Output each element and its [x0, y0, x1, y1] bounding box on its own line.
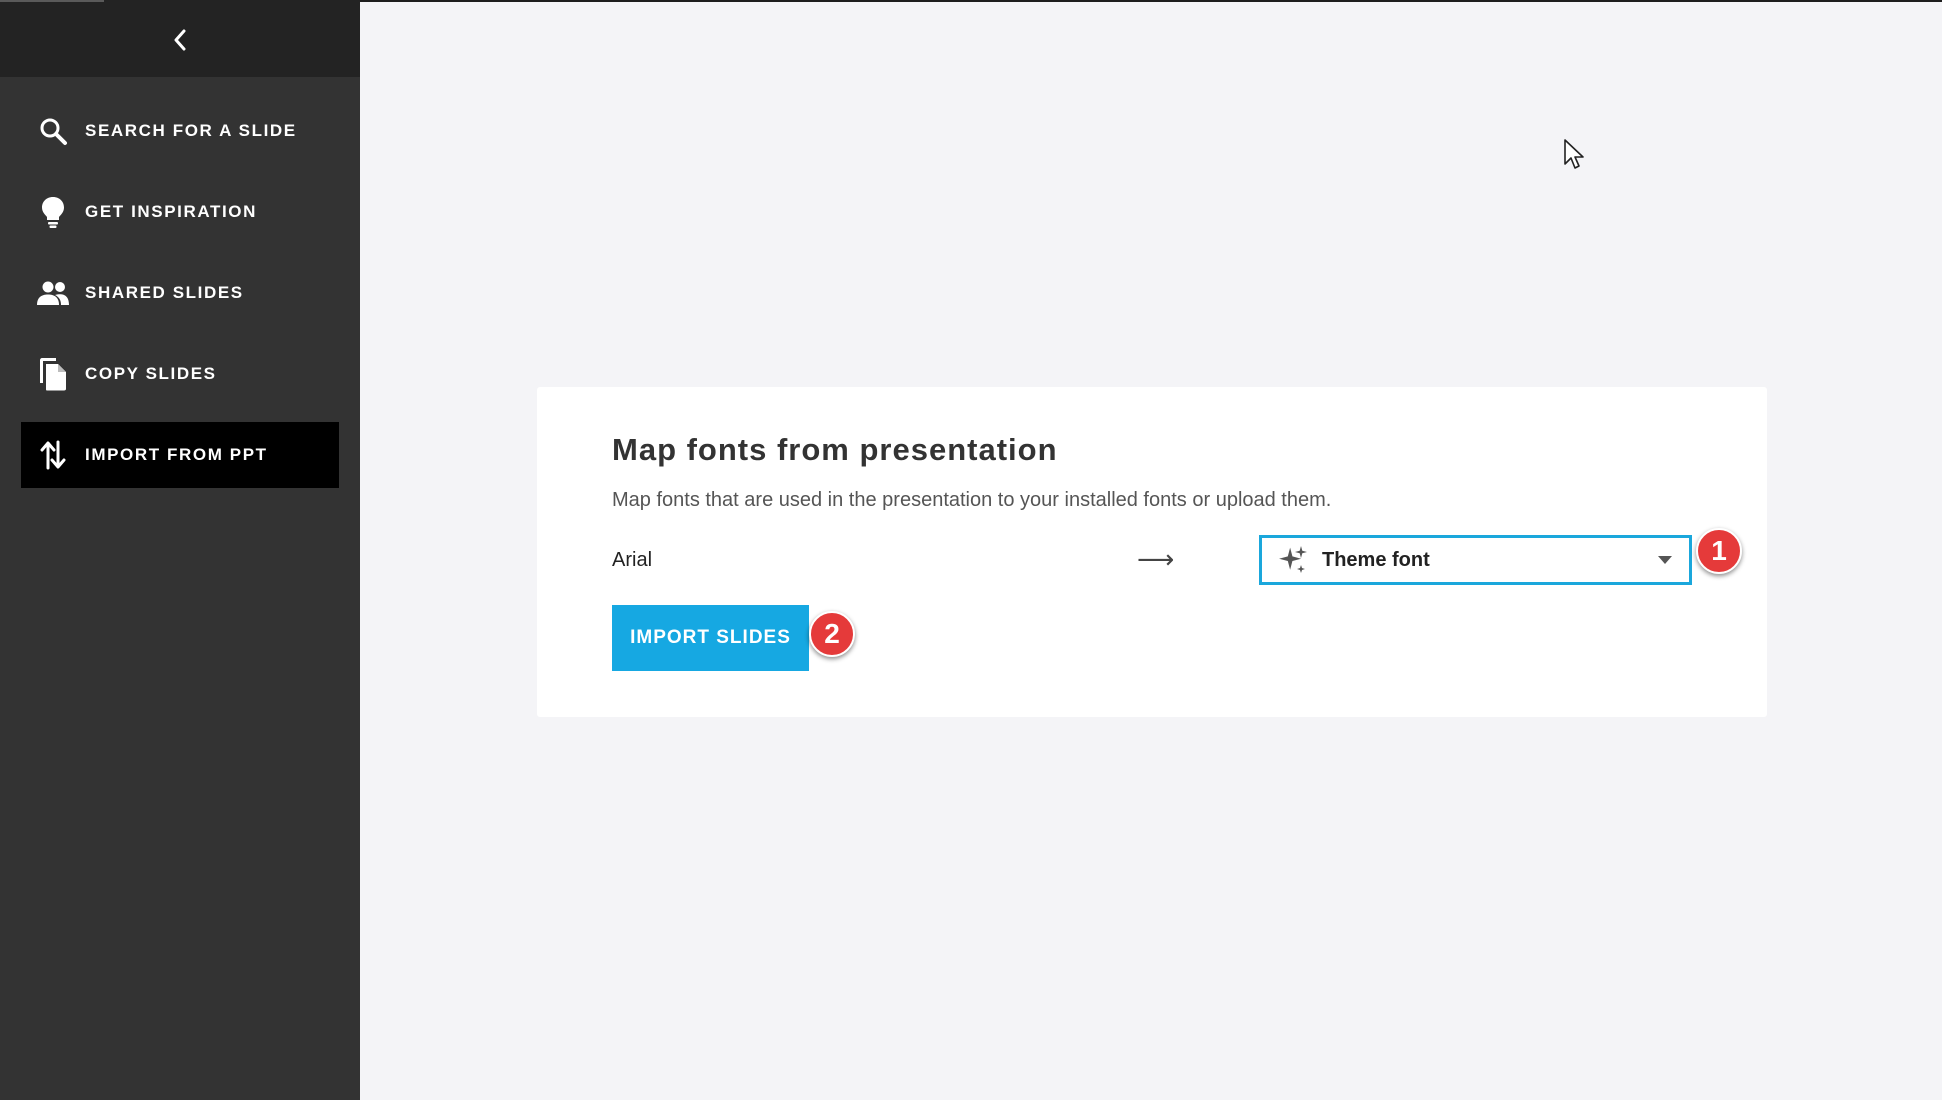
sidebar-item-copy-slides[interactable]: COPY SLIDES — [21, 341, 339, 407]
sidebar-item-search[interactable]: SEARCH FOR A SLIDE — [21, 98, 339, 164]
search-icon — [36, 114, 70, 148]
import-slides-button[interactable]: IMPORT SLIDES — [612, 605, 809, 671]
target-font-select[interactable]: Theme font — [1259, 535, 1692, 585]
lightbulb-icon — [36, 195, 70, 229]
sidebar-item-label: COPY SLIDES — [85, 364, 217, 383]
chevron-down-icon — [1658, 556, 1672, 564]
sidebar-item-label: IMPORT FROM PPT — [85, 445, 268, 464]
sidebar-item-label: SEARCH FOR A SLIDE — [85, 121, 297, 140]
sidebar-item-label: GET INSPIRATION — [85, 202, 257, 221]
mapping-arrow: ⟶ — [1137, 544, 1175, 574]
sparkle-icon — [1279, 546, 1307, 573]
import-arrows-icon — [36, 438, 70, 472]
collapse-sidebar-button[interactable] — [160, 20, 200, 60]
step-badge-1: 1 — [1696, 528, 1742, 574]
mouse-pointer-icon — [1564, 139, 1584, 169]
step-badge-2: 2 — [809, 611, 855, 657]
sidebar-item-shared-slides[interactable]: SHARED SLIDES — [21, 260, 339, 326]
people-icon — [36, 276, 70, 310]
header-accent — [0, 0, 104, 2]
map-fonts-dialog: Map fonts from presentation Map fonts th… — [537, 387, 1767, 717]
sidebar: SEARCH FOR A SLIDE GET INSPIRATION SHARE… — [0, 0, 360, 1100]
dialog-description: Map fonts that are used in the presentat… — [612, 489, 1332, 511]
selected-font-value: Theme font — [1322, 548, 1430, 571]
chevron-left-icon — [174, 29, 186, 51]
sidebar-item-label: SHARED SLIDES — [85, 283, 244, 302]
copy-icon — [36, 357, 70, 391]
sidebar-header — [0, 0, 360, 77]
dialog-title: Map fonts from presentation — [612, 432, 1058, 467]
source-font-name: Arial — [612, 549, 653, 571]
sidebar-item-inspiration[interactable]: GET INSPIRATION — [21, 179, 339, 245]
sidebar-item-import-from-ppt[interactable]: IMPORT FROM PPT — [21, 422, 339, 488]
